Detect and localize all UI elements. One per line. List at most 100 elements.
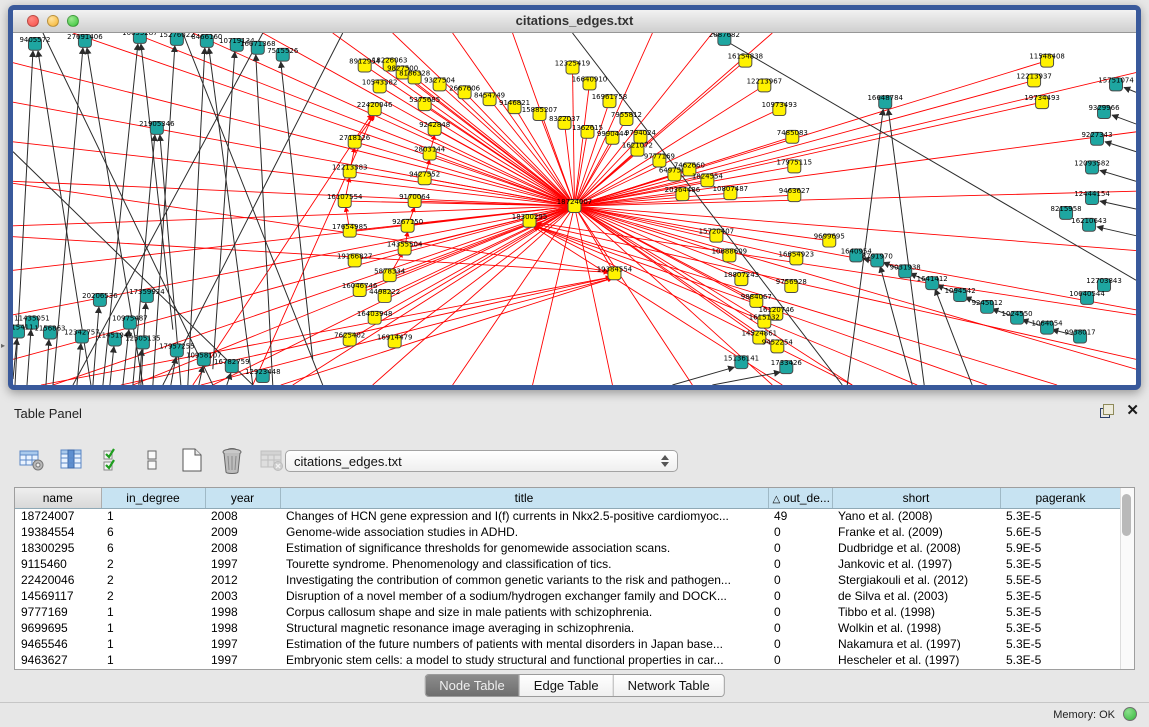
- table-cell[interactable]: 5.3E-5: [1000, 508, 1121, 524]
- table-cell[interactable]: 0: [768, 524, 832, 540]
- column-header-out-de-[interactable]: △out_de...: [768, 488, 832, 508]
- table-cell[interactable]: 14569117: [15, 588, 101, 604]
- table-cell[interactable]: Jankovic et al. (1997): [832, 556, 1000, 572]
- table-row[interactable]: 1938455462009Genome-wide association stu…: [15, 524, 1121, 540]
- table-cell[interactable]: 49: [768, 508, 832, 524]
- table-cell[interactable]: 0: [768, 604, 832, 620]
- table-cell[interactable]: 0: [768, 652, 832, 668]
- select-checks-button[interactable]: [98, 446, 126, 474]
- table-settings-button[interactable]: [18, 446, 46, 474]
- table-cell[interactable]: 5.6E-5: [1000, 524, 1121, 540]
- delete-trash-button[interactable]: [218, 446, 246, 474]
- table-cell[interactable]: 1: [101, 508, 205, 524]
- table-cell[interactable]: 1: [101, 636, 205, 652]
- table-cell[interactable]: 2: [101, 572, 205, 588]
- delete-table-disabled-button[interactable]: [258, 446, 286, 474]
- table-row[interactable]: 977716911998Corpus callosum shape and si…: [15, 604, 1121, 620]
- table-cell[interactable]: 19384554: [15, 524, 101, 540]
- table-cell[interactable]: Tourette syndrome. Phenomenology and cla…: [280, 556, 768, 572]
- table-cell[interactable]: 2: [101, 556, 205, 572]
- network-graph-canvas[interactable]: 9405572276914061065528715276022846616010…: [13, 33, 1136, 385]
- close-panel-icon[interactable]: ✕: [1126, 404, 1139, 418]
- table-cell[interactable]: Disruption of a novel member of a sodium…: [280, 588, 768, 604]
- table-cell[interactable]: Stergiakouli et al. (2012): [832, 572, 1000, 588]
- table-cell[interactable]: Wolkin et al. (1998): [832, 620, 1000, 636]
- table-cell[interactable]: Changes of HCN gene expression and I(f) …: [280, 508, 768, 524]
- table-cell[interactable]: 2012: [205, 572, 280, 588]
- table-cell[interactable]: 5.3E-5: [1000, 556, 1121, 572]
- table-cell[interactable]: 1998: [205, 604, 280, 620]
- table-cell[interactable]: 9699695: [15, 620, 101, 636]
- table-cell[interactable]: 2: [101, 588, 205, 604]
- table-vertical-scrollbar[interactable]: [1120, 488, 1134, 669]
- scrollbar-thumb[interactable]: [1122, 494, 1131, 536]
- table-row[interactable]: 1456911722003Disruption of a novel membe…: [15, 588, 1121, 604]
- table-cell[interactable]: 9115460: [15, 556, 101, 572]
- table-cell[interactable]: 9777169: [15, 604, 101, 620]
- table-cell[interactable]: 1997: [205, 636, 280, 652]
- table-cell[interactable]: 1: [101, 652, 205, 668]
- table-cell[interactable]: 1997: [205, 556, 280, 572]
- table-cell[interactable]: 1: [101, 620, 205, 636]
- table-cell[interactable]: 18724007: [15, 508, 101, 524]
- column-header-year[interactable]: year: [205, 488, 280, 508]
- table-selector-dropdown[interactable]: citations_edges.txt: [285, 450, 678, 472]
- column-header-name[interactable]: name: [15, 488, 101, 508]
- new-table-button[interactable]: [178, 446, 206, 474]
- table-cell[interactable]: 0: [768, 572, 832, 588]
- table-cell[interactable]: 1998: [205, 620, 280, 636]
- table-cell[interactable]: 5.3E-5: [1000, 588, 1121, 604]
- table-row[interactable]: 1830029562008Estimation of significance …: [15, 540, 1121, 556]
- table-cell[interactable]: 0: [768, 540, 832, 556]
- column-header-title[interactable]: title: [280, 488, 768, 508]
- table-cell[interactable]: 9465546: [15, 636, 101, 652]
- table-cell[interactable]: 0: [768, 620, 832, 636]
- table-cell[interactable]: Tibbo et al. (1998): [832, 604, 1000, 620]
- tab-edge-table[interactable]: Edge Table: [520, 675, 614, 696]
- table-cell[interactable]: Dudbridge et al. (2008): [832, 540, 1000, 556]
- table-cell[interactable]: Structural magnetic resonance image aver…: [280, 620, 768, 636]
- table-cell[interactable]: Estimation of the future numbers of pati…: [280, 636, 768, 652]
- float-panel-icon[interactable]: [1100, 404, 1114, 418]
- table-cell[interactable]: de Silva et al. (2003): [832, 588, 1000, 604]
- table-row[interactable]: 946362711997Embryonic stem cells: a mode…: [15, 652, 1121, 668]
- table-cell[interactable]: 18300295: [15, 540, 101, 556]
- table-cell[interactable]: Investigating the contribution of common…: [280, 572, 768, 588]
- table-cell[interactable]: Genome-wide association studies in ADHD.: [280, 524, 768, 540]
- table-cell[interactable]: 5.3E-5: [1000, 636, 1121, 652]
- tab-network-table[interactable]: Network Table: [614, 675, 724, 696]
- table-cell[interactable]: 2008: [205, 508, 280, 524]
- panel-collapse-arrow[interactable]: ▸: [1, 341, 5, 350]
- table-cell[interactable]: 5.3E-5: [1000, 652, 1121, 668]
- table-cell[interactable]: 5.3E-5: [1000, 620, 1121, 636]
- table-cell[interactable]: 5.3E-5: [1000, 604, 1121, 620]
- network-view-window[interactable]: citations_edges.txt 94055722769140610655…: [8, 5, 1141, 390]
- table-cell[interactable]: Embryonic stem cells: a model to study s…: [280, 652, 768, 668]
- table-cell[interactable]: 0: [768, 556, 832, 572]
- table-cell[interactable]: 0: [768, 588, 832, 604]
- table-cell[interactable]: 0: [768, 636, 832, 652]
- table-cell[interactable]: 2003: [205, 588, 280, 604]
- table-row[interactable]: 969969511998Structural magnetic resonanc…: [15, 620, 1121, 636]
- table-cell[interactable]: 9463627: [15, 652, 101, 668]
- citation-network-graph[interactable]: 9405572276914061065528715276022846616010…: [13, 33, 1136, 385]
- table-cell[interactable]: Corpus callosum shape and size in male p…: [280, 604, 768, 620]
- table-cell[interactable]: 22420046: [15, 572, 101, 588]
- table-cell[interactable]: Franke et al. (2009): [832, 524, 1000, 540]
- table-cell[interactable]: 6: [101, 540, 205, 556]
- table-cell[interactable]: 1997: [205, 652, 280, 668]
- table-cell[interactable]: 6: [101, 524, 205, 540]
- table-row[interactable]: 1872400712008Changes of HCN gene express…: [15, 508, 1121, 524]
- table-cell[interactable]: 2009: [205, 524, 280, 540]
- column-header-short[interactable]: short: [832, 488, 1000, 508]
- table-cell[interactable]: Estimation of significance thresholds fo…: [280, 540, 768, 556]
- table-cell[interactable]: 1: [101, 604, 205, 620]
- table-column-button[interactable]: [58, 446, 86, 474]
- table-cell[interactable]: 2008: [205, 540, 280, 556]
- table-cell[interactable]: Yano et al. (2008): [832, 508, 1000, 524]
- table-cell[interactable]: Nakamura et al. (1997): [832, 636, 1000, 652]
- table-cell[interactable]: Hescheler et al. (1997): [832, 652, 1000, 668]
- network-window-titlebar[interactable]: citations_edges.txt: [13, 10, 1136, 33]
- table-cell[interactable]: 5.5E-5: [1000, 572, 1121, 588]
- column-header-pagerank[interactable]: pagerank: [1000, 488, 1121, 508]
